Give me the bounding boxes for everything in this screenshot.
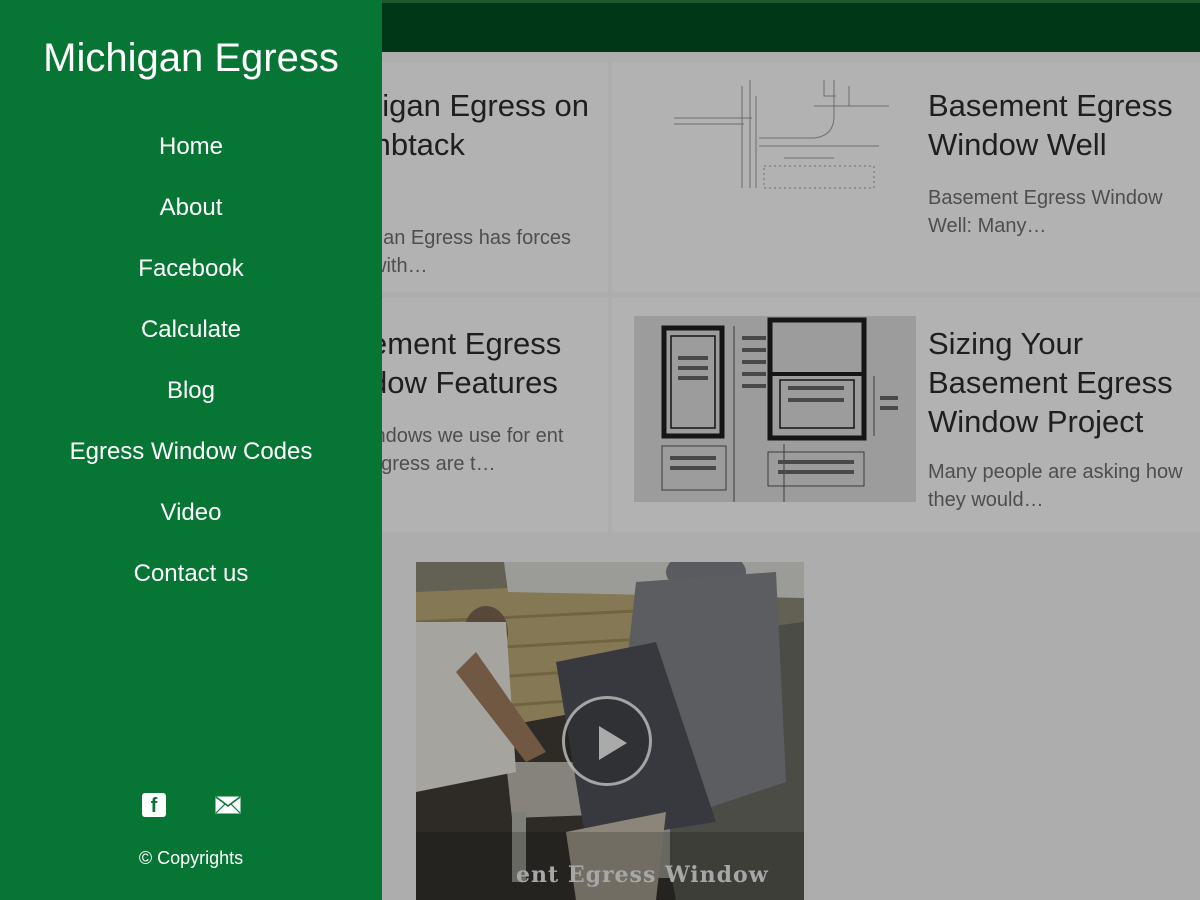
nav-link-facebook[interactable]: Facebook — [138, 255, 243, 283]
side-drawer: Michigan Egress Home About Facebook Calc… — [0, 0, 382, 900]
nav-item-home: Home — [0, 116, 382, 177]
nav-link-video[interactable]: Video — [161, 499, 222, 527]
email-link[interactable] — [215, 792, 241, 818]
nav-link-egress-window-codes[interactable]: Egress Window Codes — [70, 438, 313, 466]
main-nav: Home About Facebook Calculate Blog Egres… — [0, 116, 382, 604]
nav-item-calculate: Calculate — [0, 299, 382, 360]
nav-link-calculate[interactable]: Calculate — [141, 316, 241, 344]
nav-link-contact-us[interactable]: Contact us — [134, 560, 249, 588]
nav-link-about[interactable]: About — [160, 194, 223, 222]
nav-item-facebook: Facebook — [0, 238, 382, 299]
nav-item-about: About — [0, 177, 382, 238]
site-title[interactable]: Michigan Egress — [0, 34, 382, 82]
nav-item-egress-window-codes: Egress Window Codes — [0, 421, 382, 482]
nav-item-blog: Blog — [0, 360, 382, 421]
nav-item-video: Video — [0, 482, 382, 543]
mail-icon — [215, 796, 241, 814]
nav-item-contact-us: Contact us — [0, 543, 382, 604]
nav-link-blog[interactable]: Blog — [167, 377, 215, 405]
copyright-text: © Copyrights — [138, 848, 244, 868]
nav-link-home[interactable]: Home — [159, 133, 223, 161]
facebook-link[interactable]: f — [141, 792, 167, 818]
social-links: f — [0, 792, 382, 818]
facebook-icon: f — [142, 793, 166, 817]
